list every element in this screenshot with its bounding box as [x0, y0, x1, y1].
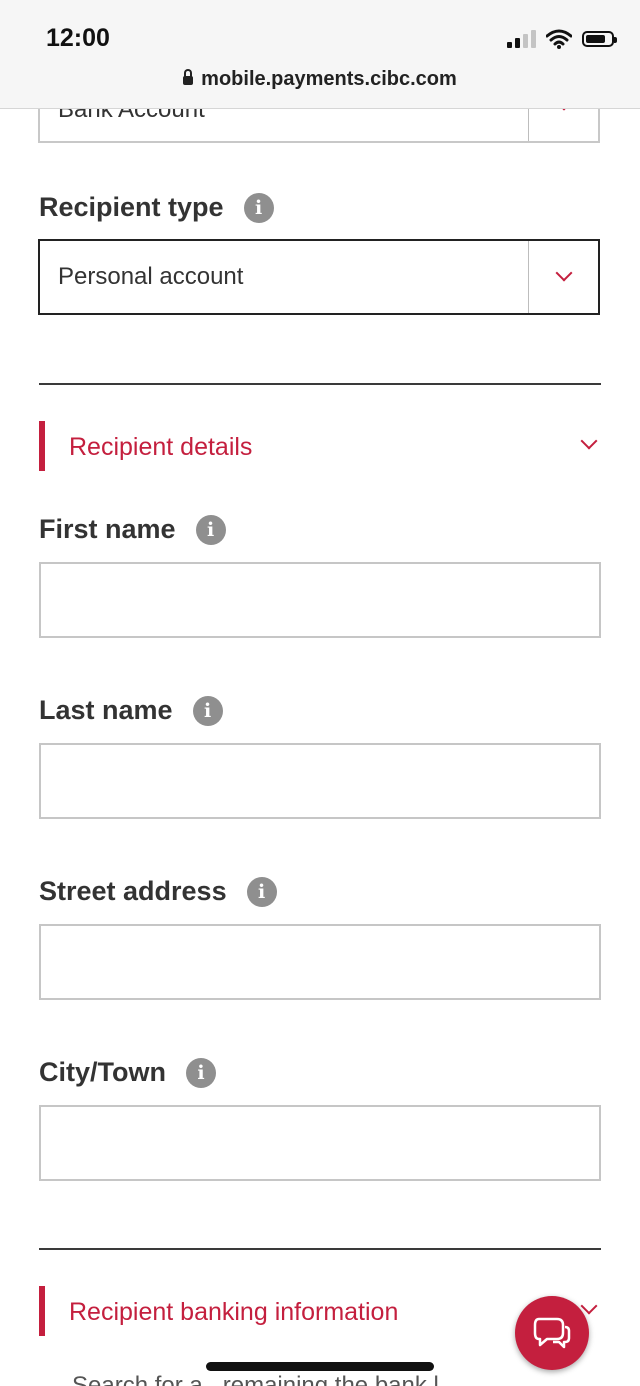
- chevron-down-icon: [555, 264, 573, 282]
- first-name-label: First name i: [39, 514, 226, 545]
- info-icon[interactable]: i: [192, 695, 223, 726]
- status-icons: [507, 28, 617, 50]
- url-text: mobile.payments.cibc.com: [201, 68, 457, 90]
- status-time: 12:00: [46, 24, 110, 52]
- recipient-type-value: Personal account: [58, 263, 244, 290]
- city-town-label: City/Town i: [39, 1057, 216, 1088]
- battery-icon: [582, 31, 617, 47]
- wifi-icon: [546, 29, 572, 49]
- first-name-label-text: First name: [39, 514, 176, 544]
- last-name-label: Last name i: [39, 695, 223, 726]
- last-name-label-text: Last name: [39, 695, 173, 725]
- street-address-input[interactable]: [39, 924, 601, 1000]
- city-town-label-text: City/Town: [39, 1057, 166, 1087]
- chat-icon: [533, 1317, 571, 1349]
- city-town-input[interactable]: [39, 1105, 601, 1181]
- home-indicator[interactable]: [206, 1362, 434, 1371]
- signal-icon: [507, 30, 536, 48]
- section-accent-bar: [39, 421, 45, 471]
- recipient-type-label: Recipient type i: [39, 192, 274, 223]
- select-divider: [528, 241, 529, 313]
- info-icon[interactable]: i: [195, 514, 226, 545]
- url-bar[interactable]: mobile.payments.cibc.com: [0, 68, 640, 91]
- section-divider: [39, 1248, 601, 1250]
- browser-header: 12:00 mobile.payments.cibc.com: [0, 0, 640, 109]
- first-name-input[interactable]: [39, 562, 601, 638]
- section-divider: [39, 383, 601, 385]
- info-icon[interactable]: i: [185, 1057, 216, 1088]
- info-icon[interactable]: i: [243, 192, 274, 223]
- info-icon[interactable]: i: [246, 876, 277, 907]
- lock-icon: [183, 69, 194, 85]
- recipient-banking-title: Recipient banking information: [69, 1298, 399, 1326]
- recipient-type-select[interactable]: Personal account: [38, 239, 600, 315]
- recipient-details-header[interactable]: Recipient details: [39, 421, 601, 471]
- chevron-down-icon: [580, 432, 598, 450]
- street-address-label-text: Street address: [39, 876, 227, 906]
- chat-button[interactable]: [515, 1296, 589, 1370]
- section-accent-bar: [39, 1286, 45, 1336]
- recipient-details-title: Recipient details: [69, 433, 253, 461]
- street-address-label: Street address i: [39, 876, 277, 907]
- last-name-input[interactable]: [39, 743, 601, 819]
- banking-info-description: Search for a...remaining the bank l...: [72, 1372, 459, 1386]
- recipient-type-label-text: Recipient type: [39, 192, 224, 222]
